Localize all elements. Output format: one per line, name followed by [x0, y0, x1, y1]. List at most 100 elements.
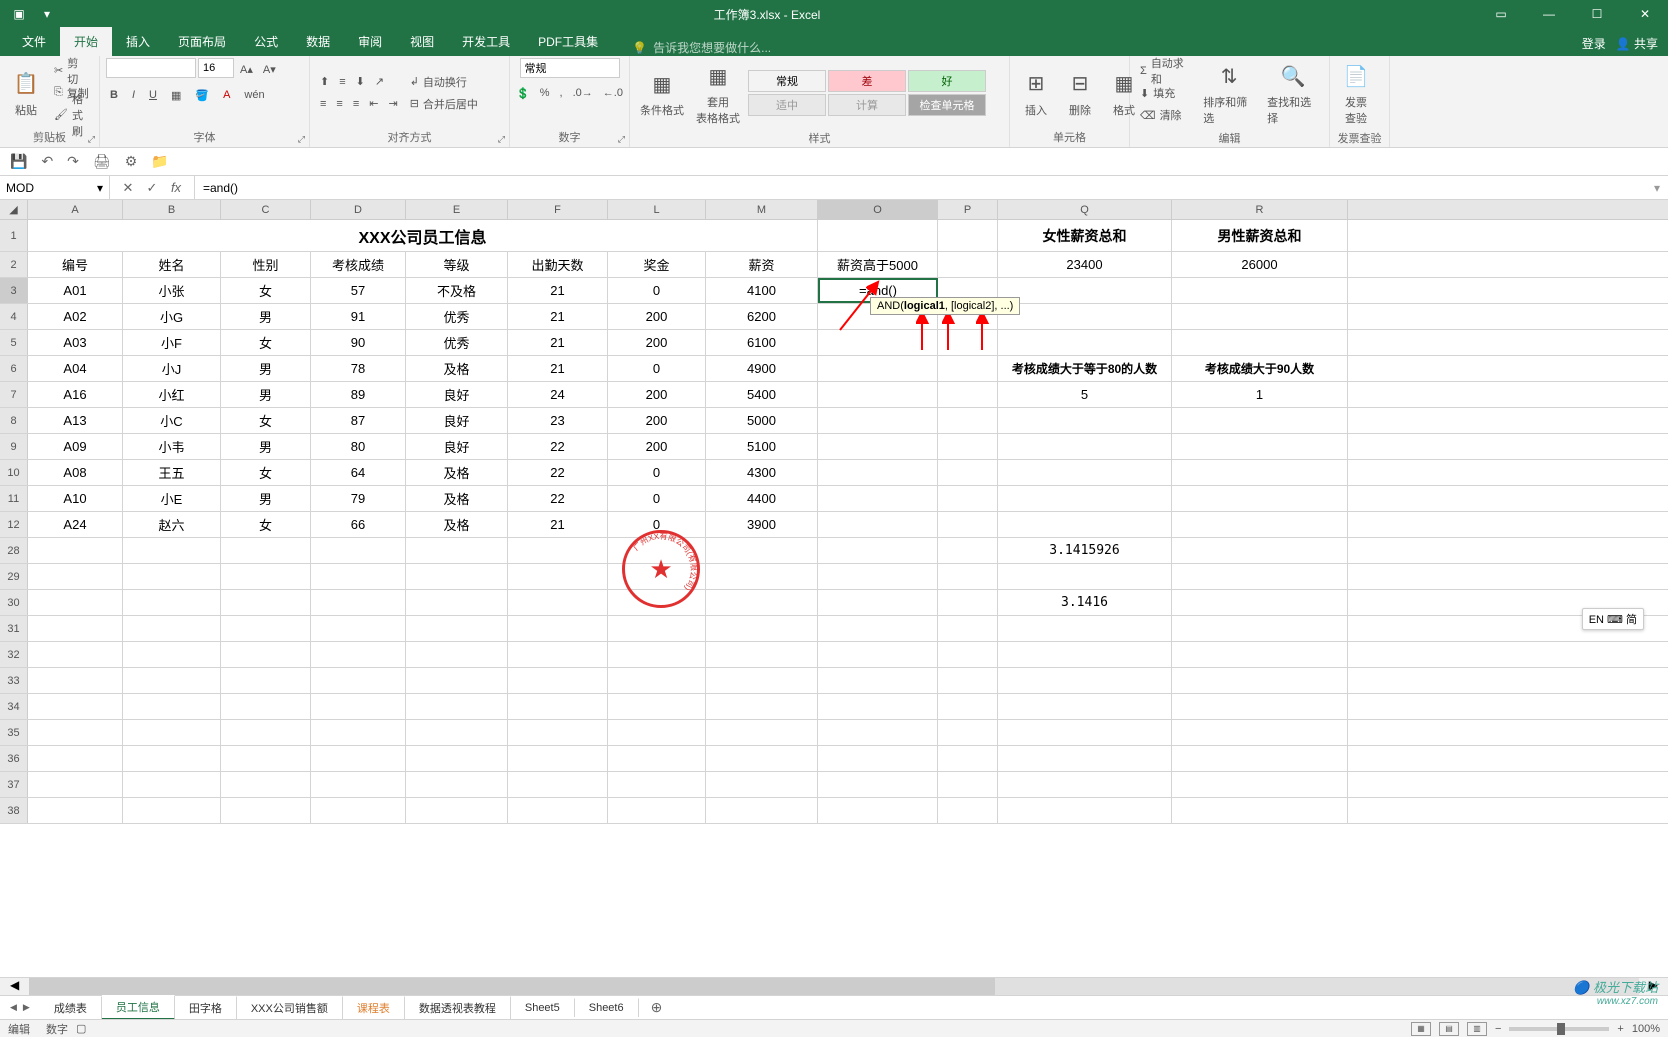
cell[interactable]: A13 [28, 408, 123, 433]
cell[interactable] [938, 486, 998, 511]
cell[interactable]: 小张 [123, 278, 221, 303]
row-header[interactable]: 9 [0, 434, 28, 459]
underline-button[interactable]: U [145, 84, 161, 106]
cell[interactable] [818, 746, 938, 771]
sheet-tab[interactable]: Sheet5 [511, 998, 575, 1017]
align-top-button[interactable]: ⬆ [316, 71, 333, 93]
cell[interactable] [221, 616, 311, 641]
cell[interactable] [818, 772, 938, 797]
cell[interactable] [123, 564, 221, 589]
row-header[interactable]: 36 [0, 746, 28, 771]
row-header[interactable]: 12 [0, 512, 28, 537]
cell[interactable] [311, 720, 406, 745]
qat-dropdown-icon[interactable]: ▾ [38, 5, 56, 23]
cell[interactable]: 及格 [406, 460, 508, 485]
decrease-decimal-button[interactable]: ←.0 [599, 82, 627, 104]
col-header-R[interactable]: R [1172, 200, 1348, 219]
row-header[interactable]: 10 [0, 460, 28, 485]
macro-record-icon[interactable]: ▢ [76, 1022, 86, 1035]
name-box[interactable]: MOD▾ [0, 176, 110, 199]
cell[interactable] [1172, 408, 1348, 433]
cell[interactable]: 女 [221, 460, 311, 485]
cell[interactable]: 79 [311, 486, 406, 511]
cell[interactable] [998, 642, 1172, 667]
percent-button[interactable]: % [536, 82, 554, 104]
cell[interactable]: A10 [28, 486, 123, 511]
cell[interactable]: 女 [221, 408, 311, 433]
cell[interactable] [706, 590, 818, 615]
row-header[interactable]: 30 [0, 590, 28, 615]
tell-me-search[interactable]: 💡 告诉我您想要做什么... [632, 39, 771, 56]
currency-button[interactable]: 💲 [512, 82, 534, 104]
cell[interactable]: 200 [608, 408, 706, 433]
cell[interactable] [311, 772, 406, 797]
cell[interactable]: 薪资 [706, 252, 818, 277]
cell[interactable] [938, 720, 998, 745]
cell[interactable]: 91 [311, 304, 406, 329]
row-header[interactable]: 5 [0, 330, 28, 355]
cell[interactable] [508, 746, 608, 771]
cell[interactable] [938, 668, 998, 693]
cell[interactable] [938, 772, 998, 797]
cell[interactable] [508, 538, 608, 563]
row-header[interactable]: 8 [0, 408, 28, 433]
cell[interactable] [998, 486, 1172, 511]
cell[interactable] [221, 746, 311, 771]
cell[interactable] [406, 772, 508, 797]
undo-icon[interactable]: ↶ [41, 153, 53, 170]
font-color-button[interactable]: A [219, 84, 234, 106]
cell[interactable] [508, 564, 608, 589]
cell[interactable]: 男 [221, 382, 311, 407]
cell[interactable] [706, 616, 818, 641]
cell[interactable]: 小J [123, 356, 221, 381]
cell[interactable] [998, 772, 1172, 797]
cell[interactable]: A01 [28, 278, 123, 303]
cell[interactable] [123, 798, 221, 823]
row-header[interactable]: 2 [0, 252, 28, 277]
cell[interactable]: 21 [508, 278, 608, 303]
row-header[interactable]: 11 [0, 486, 28, 511]
cell[interactable]: 0 [608, 460, 706, 485]
cell[interactable] [938, 512, 998, 537]
phonetic-button[interactable]: wén [240, 84, 268, 106]
col-header-O[interactable]: O [818, 200, 938, 219]
cell[interactable]: 5000 [706, 408, 818, 433]
cell[interactable] [608, 772, 706, 797]
cell[interactable] [508, 720, 608, 745]
add-sheet-button[interactable]: ⊕ [639, 999, 675, 1016]
cell[interactable]: 男 [221, 434, 311, 459]
tab-pagelayout[interactable]: 页面布局 [164, 27, 240, 56]
cell[interactable]: 考核成绩 [311, 252, 406, 277]
style-normal[interactable]: 常规 [748, 70, 826, 92]
cell[interactable] [1172, 642, 1348, 667]
cell[interactable] [406, 642, 508, 667]
cell[interactable] [998, 512, 1172, 537]
cell[interactable] [311, 538, 406, 563]
tab-formulas[interactable]: 公式 [240, 27, 292, 56]
sheet-tab[interactable]: 数据透视表教程 [405, 996, 511, 1019]
cell[interactable] [818, 798, 938, 823]
tab-home[interactable]: 开始 [60, 27, 112, 56]
sheet-nav-prev[interactable]: ◀ [10, 1002, 17, 1013]
cell[interactable] [123, 694, 221, 719]
cell[interactable] [706, 564, 818, 589]
cell[interactable]: 78 [311, 356, 406, 381]
cell[interactable] [123, 668, 221, 693]
cell[interactable]: 57 [311, 278, 406, 303]
clipboard-launcher[interactable]: ⤢ [88, 134, 95, 145]
row-header[interactable]: 28 [0, 538, 28, 563]
cell[interactable] [818, 460, 938, 485]
cell[interactable]: 男 [221, 486, 311, 511]
cell[interactable]: 22 [508, 486, 608, 511]
col-header-A[interactable]: A [28, 200, 123, 219]
cell[interactable] [28, 642, 123, 667]
border-button[interactable]: ▦ [167, 84, 185, 106]
cell[interactable] [938, 694, 998, 719]
invoice-check-button[interactable]: 📄发票 查验 [1336, 58, 1376, 128]
cell[interactable]: 男 [221, 304, 311, 329]
cell[interactable]: 良好 [406, 382, 508, 407]
cell[interactable]: 80 [311, 434, 406, 459]
cell[interactable] [311, 564, 406, 589]
col-header-F[interactable]: F [508, 200, 608, 219]
cell[interactable]: 及格 [406, 486, 508, 511]
